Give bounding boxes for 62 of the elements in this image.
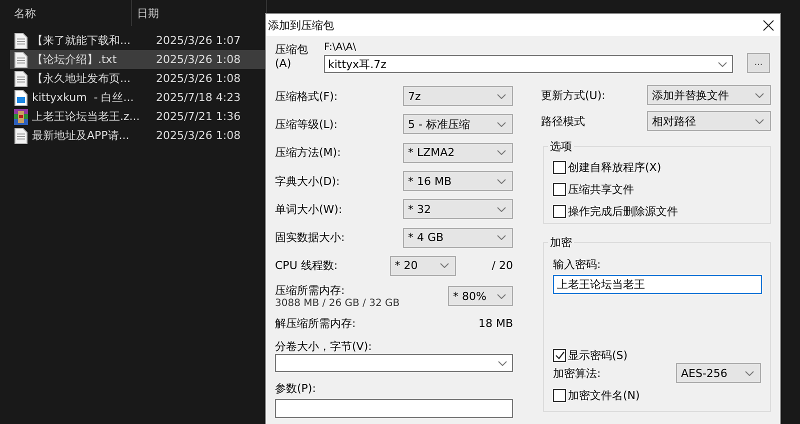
field-label: 压缩格式(F): <box>275 88 338 104</box>
file-row[interactable]: 【论坛介绍】.txt 2025/3/26 1:08 <box>10 50 265 69</box>
window-title: 添加到压缩包 <box>268 18 334 32</box>
group-title: 加密 <box>548 235 574 250</box>
memory-usage: 3088 MB / 26 GB / 32 GB <box>275 298 400 310</box>
group-title: 选项 <box>548 139 574 154</box>
checkbox-label: 显示密码(S) <box>568 348 628 362</box>
dropdown[interactable]: * 4 GB <box>403 228 513 248</box>
dropdown[interactable]: 5 - 标准压缩 <box>403 114 513 134</box>
checkbox-label: 操作完成后删除源文件 <box>568 204 678 218</box>
file-date: 2025/3/26 1:08 <box>155 72 241 85</box>
checkbox-label: 压缩共享文件 <box>568 182 634 196</box>
field-label: 压缩所需内存: <box>275 283 346 298</box>
dropdown[interactable]: 添加并替换文件 <box>647 85 771 105</box>
field-label: 解压缩所需内存: <box>275 316 356 331</box>
field-label: 压缩等级(L): <box>275 116 338 132</box>
file-date: 2025/3/26 1:08 <box>155 53 241 66</box>
file-name: 上老王论坛当老王.z... <box>32 109 141 124</box>
file-date: 2025/3/26 1:07 <box>155 34 241 47</box>
field-label: 更新方式(U): <box>541 88 606 102</box>
dropdown[interactable]: 7z <box>403 86 513 106</box>
file-row[interactable]: 【永久地址发布页... 2025/3/26 1:08 <box>10 69 265 88</box>
dropdown[interactable]: * 32 <box>403 199 513 220</box>
file-row[interactable]: 上老王论坛当老王.z... 2025/7/21 1:36 <box>10 107 265 126</box>
checkbox-label: 加密文件名(N) <box>568 388 640 402</box>
file-name: 【论坛介绍】.txt <box>32 52 118 67</box>
dropdown[interactable]: * 20 <box>390 256 456 276</box>
file-date: 2025/3/26 1:08 <box>155 129 241 142</box>
dropdown[interactable]: * 80% <box>448 286 513 306</box>
dropdown[interactable]: 相对路径 <box>647 111 771 131</box>
memory-value: 18 MB <box>478 316 513 330</box>
checkbox-label: 创建自释放程序(X) <box>568 160 662 174</box>
file-name: kittyxkum - 白丝... <box>32 90 135 105</box>
field-label: 单词大小(W): <box>275 202 342 217</box>
field-label: CPU 线程数: <box>275 258 338 274</box>
file-row[interactable]: 最新地址及APP请... 2025/3/26 1:08 <box>10 126 265 145</box>
file-date: 2025/7/21 1:36 <box>155 110 241 123</box>
file-name: 【永久地址发布页... <box>32 71 132 86</box>
archive-name-field[interactable]: kittyx耳.7z <box>324 55 733 73</box>
file-row[interactable]: 【来了就能下载和... 2025/3/26 1:07 <box>10 31 265 50</box>
field-label: 参数(P): <box>275 380 316 396</box>
field-label: 压缩方法(M): <box>275 145 341 160</box>
column-header[interactable]: 日期 <box>137 6 159 20</box>
field-label: 输入密码: <box>553 257 602 272</box>
dropdown[interactable]: AES-256 <box>676 363 761 383</box>
file-row[interactable]: kittyxkum - 白丝... 2025/7/18 4:23 <box>10 88 265 107</box>
field-label: 加密算法: <box>553 366 601 380</box>
dropdown[interactable]: * LZMA2 <box>403 142 513 163</box>
password-field[interactable]: 上老王论坛当老王 <box>553 275 762 294</box>
field-label: 固实数据大小: <box>275 230 345 246</box>
file-date: 2025/7/18 4:23 <box>155 91 241 104</box>
file-name: 【来了就能下载和... <box>32 33 132 48</box>
field-label: 路径模式 <box>541 114 585 128</box>
thread-total: / 20 <box>492 259 513 272</box>
field-label: 压缩包(A) <box>275 42 309 72</box>
dropdown[interactable]: * 16 MB <box>403 171 513 192</box>
field-label: 分卷大小，字节(V): <box>275 338 372 354</box>
column-header[interactable]: 名称 <box>14 6 36 20</box>
field-label: 字典大小(D): <box>275 174 340 189</box>
archive-path: F:\A\A\ <box>324 42 358 53</box>
browse-button[interactable]: ... <box>747 53 770 73</box>
file-name: 最新地址及APP请... <box>32 128 130 143</box>
